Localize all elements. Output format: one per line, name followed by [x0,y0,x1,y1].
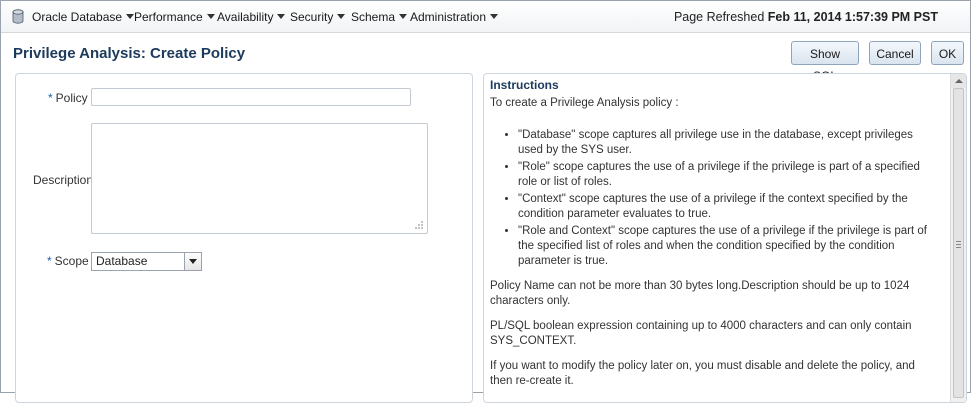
required-marker: * [47,254,52,268]
scope-select[interactable]: Database [91,252,202,271]
scroll-up-icon[interactable] [951,74,966,88]
policy-label-text: Policy [55,91,88,105]
database-icon [12,9,24,24]
menu-schema[interactable]: Schema [351,9,408,25]
menu-label: Availability [217,10,274,24]
description-textarea[interactable] [91,123,428,234]
menu-security[interactable]: Security [290,9,346,25]
policy-input[interactable] [91,88,411,106]
instructions-panel: Instructions To create a Privilege Analy… [483,73,967,403]
resize-grip-icon[interactable] [414,220,424,230]
menu-label: Security [290,10,334,24]
chevron-down-icon[interactable] [184,253,201,270]
menu-label: Oracle Database [32,10,123,24]
scope-bullet-list: "Database" scope captures all privilege … [490,128,938,269]
chevron-down-icon [490,14,499,19]
modify-policy-note: If you want to modify the policy later o… [490,360,915,387]
list-item: "Context" scope captures the use of a pr… [518,192,938,222]
list-item: "Role and Context" scope captures the us… [518,224,938,269]
page-refreshed-status: Page Refreshed Feb 11, 2014 1:57:39 PM P… [674,9,938,25]
chevron-down-icon [277,14,286,19]
grip-line [956,244,961,245]
instructions-intro: To create a Privilege Analysis policy : [490,97,679,109]
required-marker: * [48,91,53,105]
cancel-button[interactable]: Cancel [869,41,921,65]
policy-label: * Policy [48,91,88,105]
ok-button[interactable]: OK [931,41,964,65]
chevron-down-icon [206,14,215,19]
menu-label: Schema [351,10,396,24]
menu-oracle-database[interactable]: Oracle Database [32,9,135,25]
vertical-scrollbar[interactable] [950,74,966,402]
grip-line [956,247,961,248]
instructions-content: Instructions To create a Privilege Analy… [490,78,938,399]
menu-availability[interactable]: Availability [217,9,286,25]
scope-label-text: Scope [54,254,89,268]
scroll-thumb[interactable] [953,88,964,398]
scope-selected-value: Database [96,254,148,268]
grip-line [956,241,961,242]
show-sql-button[interactable]: Show SQL [791,41,859,83]
description-label: Description [33,173,94,187]
chevron-down-icon [337,14,346,19]
scope-label: * Scope [47,254,89,268]
menu-administration[interactable]: Administration [410,9,499,25]
instructions-title: Instructions [490,78,559,92]
chevron-down-icon [126,14,135,19]
list-item: "Role" scope captures the use of a privi… [518,160,938,190]
chevron-down-icon [399,14,408,19]
plsql-note: PL/SQL boolean expression containing up … [490,320,912,347]
menu-bar: Oracle Database Performance Availability… [1,1,970,33]
refresh-label: Page Refreshed [673,10,765,24]
policy-form-panel: * Policy Description * Scope Database [15,73,473,403]
refresh-time: Feb 11, 2014 1:57:39 PM PST [767,10,938,24]
page-title: Privilege Analysis: Create Policy [13,45,246,62]
menu-label: Administration [410,10,487,24]
policy-name-note: Policy Name can not be more than 30 byte… [490,280,910,307]
menu-performance[interactable]: Performance [134,9,215,25]
menu-label: Performance [134,10,203,24]
list-item: "Database" scope captures all privilege … [518,128,938,158]
